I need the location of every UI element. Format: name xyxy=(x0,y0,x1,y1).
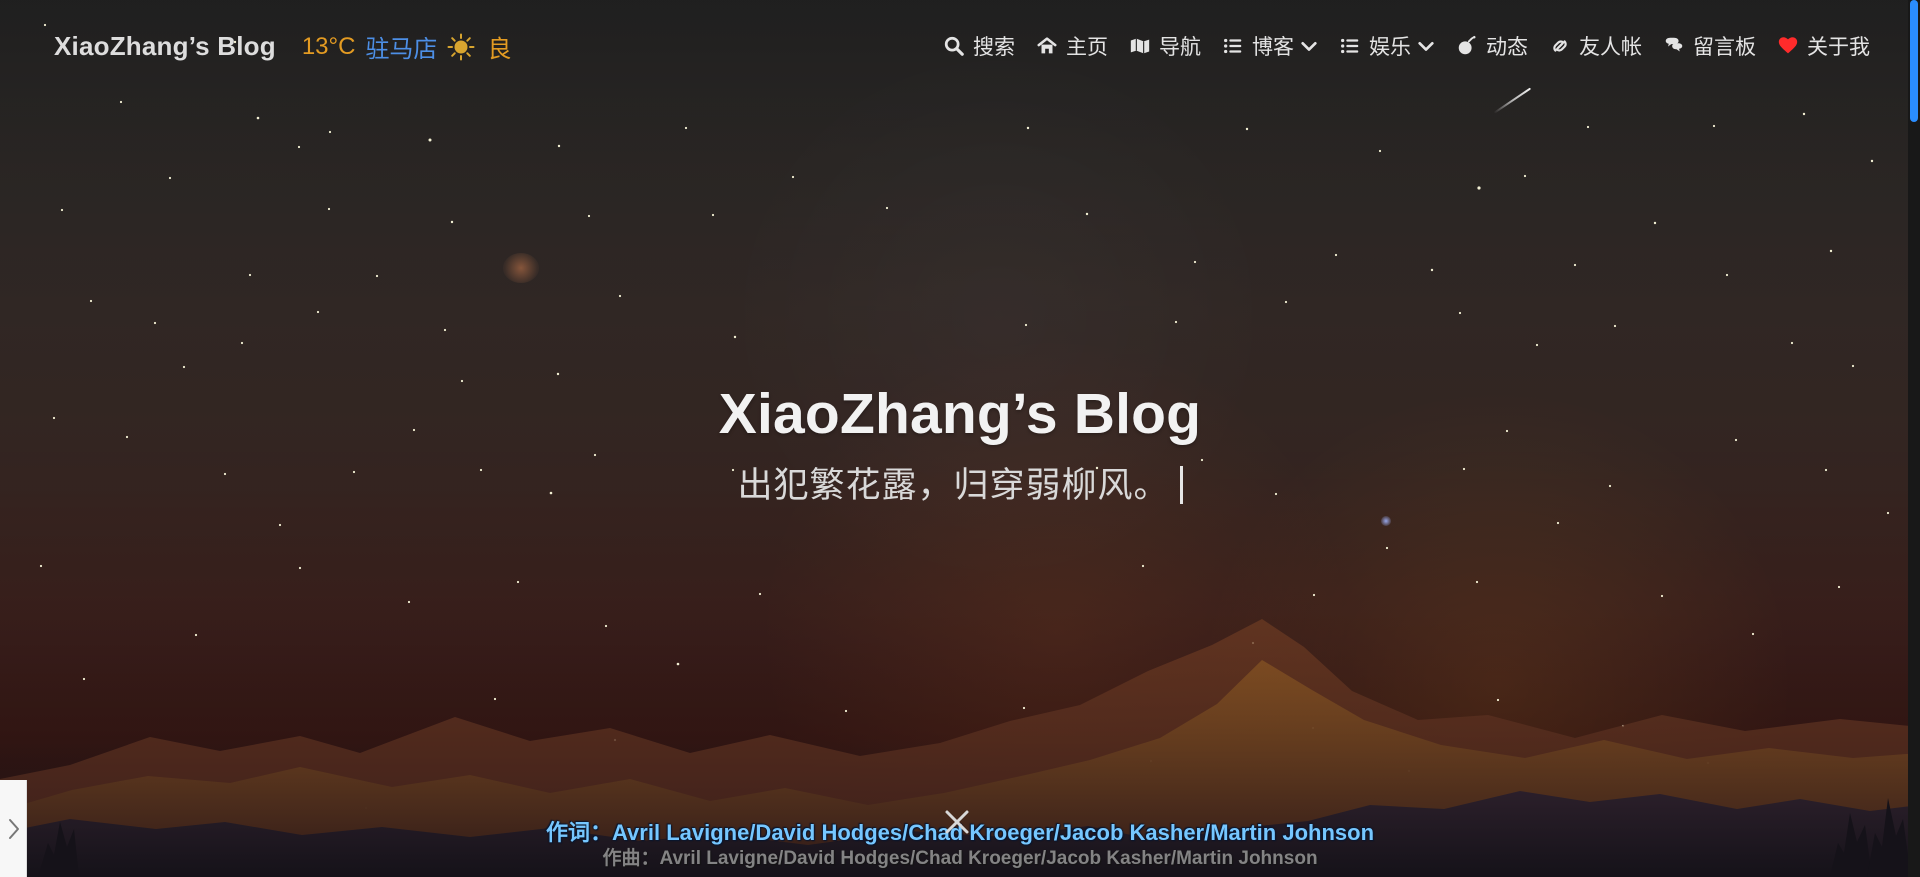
main-nav: 搜索 主页 导航 博客 娱乐 动态 友人帐 留言板 关于我 xyxy=(943,31,1870,61)
temperature-text: 13°C xyxy=(301,32,356,60)
nav-blog-label: 博客 xyxy=(1252,36,1294,59)
nav-about[interactable]: 关于我 xyxy=(1777,31,1870,61)
heart-icon xyxy=(1777,35,1799,57)
sun-icon xyxy=(447,33,475,61)
nav-guestbook-label: 留言板 xyxy=(1693,36,1756,59)
home-icon xyxy=(1036,35,1058,57)
chevron-right-icon xyxy=(9,819,19,839)
nav-navigation-label: 导航 xyxy=(1159,36,1201,59)
chevron-down-icon xyxy=(1300,37,1318,55)
hero-section: XiaoZhang’s Blog 出犯繁花露，归穿弱柳风。 xyxy=(0,386,1920,504)
nav-search[interactable]: 搜索 xyxy=(943,31,1015,61)
nav-moments[interactable]: 动态 xyxy=(1456,31,1528,61)
hero-title: XiaoZhang’s Blog xyxy=(718,382,1202,446)
nav-search-label: 搜索 xyxy=(973,36,1015,59)
typing-cursor xyxy=(1179,466,1183,504)
nav-guestbook[interactable]: 留言板 xyxy=(1663,31,1756,61)
list-icon xyxy=(1222,35,1244,57)
weather-widget: 13°C 驻马店 良 xyxy=(302,29,512,64)
blue-star xyxy=(1381,516,1391,526)
site-title[interactable]: XiaoZhang’s Blog xyxy=(54,31,276,62)
lyrics-close-button[interactable] xyxy=(940,805,974,839)
nav-home[interactable]: 主页 xyxy=(1036,31,1108,61)
nav-about-label: 关于我 xyxy=(1807,36,1870,59)
nav-friends-label: 友人帐 xyxy=(1579,36,1642,59)
scrollbar-thumb[interactable] xyxy=(1910,0,1918,122)
side-panel-toggle[interactable] xyxy=(0,780,27,877)
city-text: 驻马店 xyxy=(365,36,438,63)
nav-entertainment-label: 娱乐 xyxy=(1369,36,1411,59)
list-icon xyxy=(1339,35,1361,57)
bomb-icon xyxy=(1456,35,1478,57)
map-icon xyxy=(1129,35,1151,57)
nav-blog[interactable]: 博客 xyxy=(1222,31,1318,61)
top-navigation-bar: XiaoZhang’s Blog 13°C 驻马店 良 搜索 主页 导航 博客 … xyxy=(0,0,1920,92)
nav-friends[interactable]: 友人帐 xyxy=(1549,31,1642,61)
page-scrollbar[interactable] xyxy=(1908,0,1920,877)
air-quality-text: 良 xyxy=(487,36,512,63)
chat-icon xyxy=(1663,35,1685,57)
close-icon xyxy=(945,810,969,834)
search-icon xyxy=(943,35,965,57)
nav-home-label: 主页 xyxy=(1066,36,1108,59)
nav-moments-label: 动态 xyxy=(1486,36,1528,59)
orange-glow xyxy=(503,253,539,283)
hero-subtitle-line: 出犯繁花露，归穿弱柳风。 xyxy=(737,465,1183,505)
brand-area: XiaoZhang’s Blog 13°C 驻马店 良 xyxy=(54,29,511,64)
blog-homepage: XiaoZhang’s Blog 13°C 驻马店 良 搜索 主页 导航 博客 … xyxy=(0,0,1920,877)
nav-entertainment[interactable]: 娱乐 xyxy=(1339,31,1435,61)
chevron-down-icon xyxy=(1417,37,1435,55)
link-icon xyxy=(1549,35,1571,57)
nav-navigation[interactable]: 导航 xyxy=(1129,31,1201,61)
lyrics-secondary-line: 作曲：Avril Lavigne/David Hodges/Chad Kroeg… xyxy=(602,848,1318,869)
hero-subtitle: 出犯繁花露，归穿弱柳风。 xyxy=(737,465,1170,505)
